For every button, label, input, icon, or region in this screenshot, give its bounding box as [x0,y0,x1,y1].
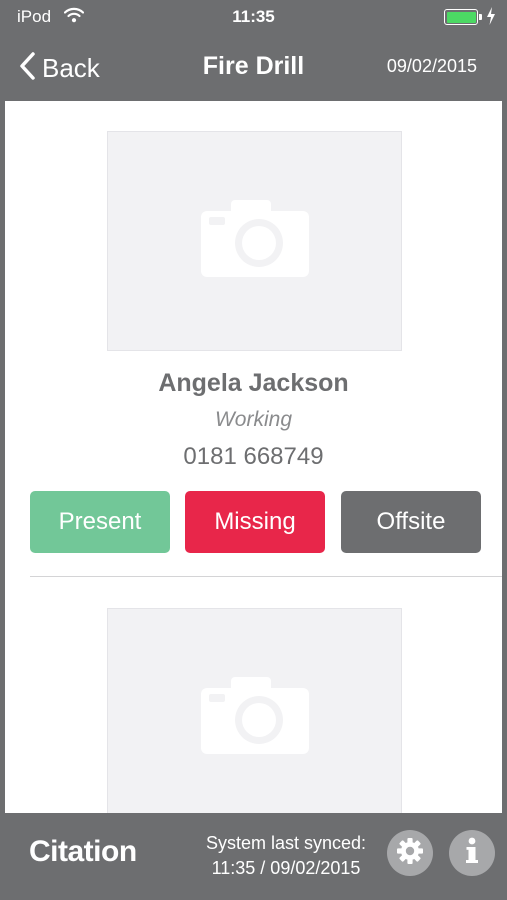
info-icon [465,837,479,870]
camera-icon [200,199,309,284]
status-time: 11:35 [232,7,275,26]
lightning-bolt-icon [486,6,496,31]
list-divider [30,576,502,577]
person-role: Working [214,408,293,431]
bottom-bar: Citation System last synced: 11:35 / 09/… [0,813,507,900]
battery-icon [444,9,478,25]
sync-status: System last synced: 11:35 / 09/02/2015 [186,831,386,881]
person-list[interactable]: Angela Jackson Working 0181 668749 Prese… [5,101,502,813]
info-button[interactable] [449,830,495,876]
person-name: Angela Jackson [158,369,349,397]
chevron-left-icon [18,51,36,86]
person-photo[interactable] [107,608,402,813]
drill-date: 09/02/2015 [386,56,477,76]
sync-value: 11:35 / 09/02/2015 [211,858,361,878]
offsite-button[interactable]: Offsite [341,491,481,553]
app-screen: iPod 11:35 Back Fire Drill 09/02/2015 An… [0,0,507,900]
right-edge [502,0,507,900]
settings-button[interactable] [387,830,433,876]
person-photo[interactable] [107,131,402,351]
present-button[interactable]: Present [30,491,170,553]
back-label: Back [42,52,100,83]
brand-logo: Citation [29,835,137,868]
gear-icon [395,836,425,871]
status-bar: iPod 11:35 [0,0,507,34]
camera-icon [200,676,309,761]
battery-tip [479,14,482,20]
sync-label: System last synced: [205,833,367,853]
person-phone: 0181 668749 [183,443,324,470]
missing-button[interactable]: Missing [185,491,325,553]
navigation-bar: Back Fire Drill 09/02/2015 [0,40,507,96]
back-button[interactable]: Back [18,51,100,86]
top-bar: iPod 11:35 Back Fire Drill 09/02/2015 [0,0,507,101]
